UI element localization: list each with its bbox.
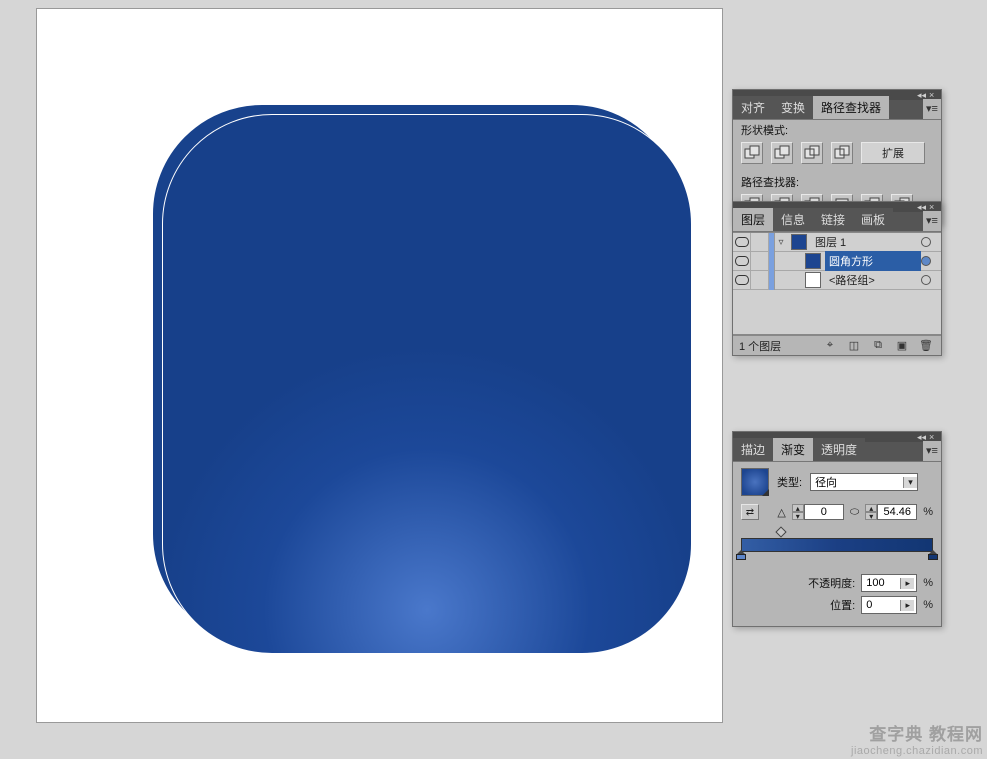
ratio-input[interactable] [877,504,917,520]
location-field[interactable]: ▸ [861,596,917,614]
opacity-label: 不透明度: [808,575,855,591]
expand-button[interactable]: 扩展 [861,142,925,164]
angle-input[interactable] [804,504,844,520]
ratio-field[interactable]: ▴▾ [865,504,917,520]
target-icon[interactable] [921,237,931,247]
location-suffix: % [923,599,933,611]
layer-row[interactable]: ▿ 图层 1 [733,233,941,252]
layer-color-strip [769,252,775,271]
gradient-midpoint-handle[interactable] [776,526,787,537]
location-input[interactable] [862,598,900,612]
pathfinders-label: 路径查找器: [733,172,941,190]
lock-toggle[interactable] [751,271,769,290]
make-clipping-mask-icon[interactable]: ◫ [845,338,863,354]
tab-links[interactable]: 链接 [813,208,853,231]
panel-menu-icon[interactable]: ▾≡ [923,99,941,119]
layers-list: ▿ 图层 1圆角方形<路径组> [733,232,941,335]
tab-info[interactable]: 信息 [773,208,813,231]
lock-toggle[interactable] [751,252,769,271]
angle-icon: △ [777,506,785,519]
swatch-dropdown-icon[interactable] [762,489,769,496]
tab-transparency[interactable]: 透明度 [813,438,865,461]
gradient-stop-handle[interactable] [928,550,938,560]
layer-color-strip [769,271,775,290]
opacity-input[interactable] [862,576,900,590]
tab-align[interactable]: 对齐 [733,96,773,119]
collapse-caret-icon[interactable]: ◂◂ [917,91,925,99]
visibility-toggle[interactable] [733,233,751,252]
gradient-stop-handle[interactable] [736,550,746,560]
layer-name[interactable]: 图层 1 [811,232,921,252]
opacity-suffix: % [923,577,933,589]
new-layer-icon[interactable]: ▣ [893,338,911,354]
visibility-toggle[interactable] [733,252,751,271]
target-icon[interactable] [921,275,931,285]
watermark-line2: jiaocheng.chazidian.com [851,745,983,757]
tab-transform[interactable]: 变换 [773,96,813,119]
artboard[interactable] [36,8,723,723]
new-sublayer-icon[interactable]: ⧉ [869,338,887,354]
panel-menu-icon[interactable]: ▾≡ [923,441,941,461]
lock-toggle[interactable] [751,233,769,252]
watermark-line1: 查字典 教程网 [869,720,983,745]
layer-thumb [805,253,821,269]
expand-toggle[interactable]: ▿ [775,237,787,248]
tab-artboards[interactable]: 画板 [853,208,893,231]
eye-icon [735,275,749,285]
layer-row[interactable]: 圆角方形 [733,252,941,271]
unite-icon[interactable] [741,142,763,164]
layer-thumb [791,234,807,250]
layers-footer: 1 个图层 ⌖ ◫ ⧉ ▣ 🗑 [733,335,941,355]
watermark: 查字典 教程网 jiaocheng.chazidian.com [763,723,983,757]
eye-icon [735,237,749,247]
collapse-caret-icon[interactable]: ◂◂ [917,203,925,211]
angle-field[interactable]: ▴▾ [792,504,844,520]
gradient-stop-row [741,552,933,564]
opacity-stepper-icon[interactable]: ▸ [900,578,914,589]
tab-pathfinder[interactable]: 路径查找器 [813,96,889,119]
shape-modes-label: 形状模式: [733,120,941,138]
gradient-bar[interactable] [741,538,933,552]
location-stepper-icon[interactable]: ▸ [900,600,914,611]
panel-layers: ◂◂ × 图层 信息 链接 画板 ▾≡ ▿ 图层 1圆角方形<路径组> 1 个图层… [732,201,942,356]
aspect-ratio-icon: ⬭ [850,506,859,519]
artwork-group[interactable] [152,104,682,654]
collapse-caret-icon[interactable]: ◂◂ [917,433,925,441]
gradient-type-label: 类型: [777,474,802,490]
layer-thumb [805,272,821,288]
layer-count-label: 1 个图层 [739,338,781,354]
opacity-field[interactable]: ▸ [861,574,917,592]
gradient-swatch[interactable] [741,468,769,496]
gradient-type-select[interactable]: ▾ [810,473,918,491]
delete-layer-icon[interactable]: 🗑 [917,338,935,354]
minus-front-icon[interactable] [771,142,793,164]
layer-name[interactable]: 圆角方形 [825,251,921,271]
ratio-suffix: % [923,506,933,518]
eye-icon [735,256,749,266]
shape-modes-row: 扩展 [733,138,941,172]
target-icon[interactable] [921,256,931,266]
reverse-gradient-icon[interactable]: ⇄ [741,504,759,520]
tab-stroke[interactable]: 描边 [733,438,773,461]
visibility-toggle[interactable] [733,271,751,290]
rounded-rect-front[interactable] [162,114,692,654]
tab-gradient[interactable]: 渐变 [773,438,813,461]
close-icon[interactable]: × [929,433,937,441]
locate-object-icon[interactable]: ⌖ [821,338,839,354]
layer-name[interactable]: <路径组> [825,270,921,290]
gradient-type-value [811,475,903,489]
gradient-midpoint-row [741,528,933,538]
close-icon[interactable]: × [929,203,937,211]
chevron-down-icon[interactable]: ▾ [903,477,917,488]
close-icon[interactable]: × [929,91,937,99]
panel-gradient: ◂◂ × 描边 渐变 透明度 ▾≡ 类型: ▾ ⇄ △ ▴▾ ⬭ ▴▾ [732,431,942,627]
layer-row[interactable]: <路径组> [733,271,941,290]
panel-menu-icon[interactable]: ▾≡ [923,211,941,231]
location-label: 位置: [830,597,855,613]
exclude-icon[interactable] [831,142,853,164]
intersect-icon[interactable] [801,142,823,164]
tab-layers[interactable]: 图层 [733,208,773,231]
